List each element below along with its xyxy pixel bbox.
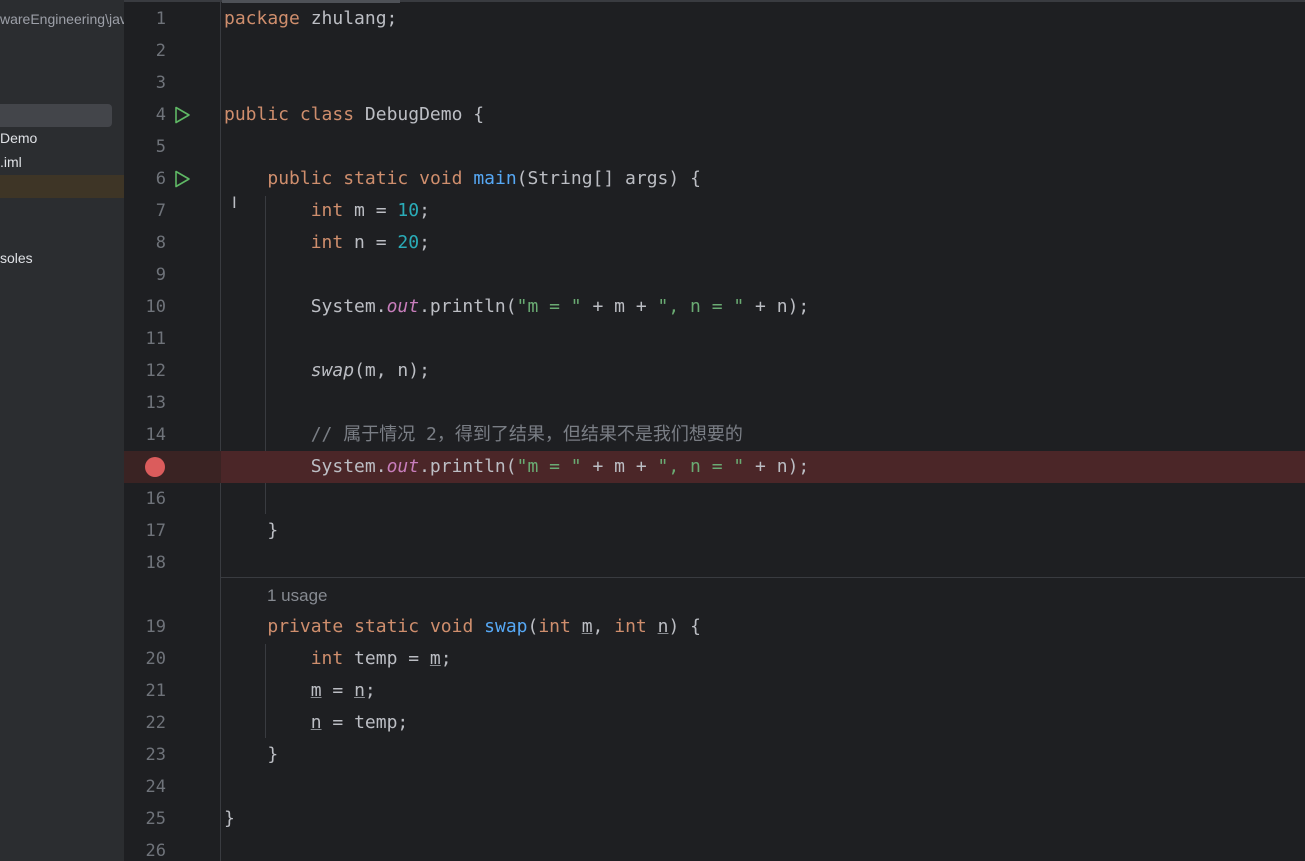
- method-separator: [221, 577, 1305, 578]
- code-line[interactable]: 26: [124, 835, 1305, 861]
- code-line[interactable]: 1 package zhulang;: [124, 3, 1305, 35]
- code-line[interactable]: 14 // 属于情况 2，得到了结果，但结果不是我们想要的: [124, 419, 1305, 451]
- code-line[interactable]: 19 private static void swap(int m, int n…: [124, 611, 1305, 643]
- run-class-icon[interactable]: [173, 106, 191, 124]
- code-line[interactable]: 13: [124, 387, 1305, 419]
- line-number: 14: [145, 425, 166, 445]
- code-line[interactable]: 8 int n = 20;: [124, 227, 1305, 259]
- project-sidebar: wareEngineering\jav Demo .iml soles: [0, 0, 124, 861]
- code-line[interactable]: 7 int m = 10;: [124, 195, 1305, 227]
- line-number: 20: [145, 649, 166, 669]
- code-line[interactable]: 10 System.out.println("m = " + m + ", n …: [124, 291, 1305, 323]
- code-line[interactable]: 16: [124, 483, 1305, 515]
- line-number: 24: [145, 777, 166, 797]
- sidebar-item-iml[interactable]: .iml: [0, 154, 22, 170]
- breakpoint-icon[interactable]: [145, 457, 165, 477]
- sidebar-selected-row[interactable]: [0, 104, 112, 127]
- project-path: wareEngineering\jav: [0, 11, 124, 27]
- code-line[interactable]: 25 }: [124, 803, 1305, 835]
- line-number: 23: [145, 745, 166, 765]
- line-number: 17: [145, 521, 166, 541]
- line-number: 19: [145, 617, 166, 637]
- code-editor[interactable]: 1 package zhulang; 2 3 4 public class De…: [124, 0, 1305, 861]
- code-line[interactable]: 24: [124, 771, 1305, 803]
- code-line[interactable]: 2: [124, 35, 1305, 67]
- code-line[interactable]: 18: [124, 547, 1305, 579]
- line-number: 21: [145, 681, 166, 701]
- line-number: 5: [155, 137, 166, 157]
- code-line[interactable]: 20 int temp = m;: [124, 643, 1305, 675]
- code-line[interactable]: 23 }: [124, 739, 1305, 771]
- code-line[interactable]: 6 public static void main(String[] args)…: [124, 163, 1305, 195]
- line-number: 6: [155, 169, 166, 189]
- code-line[interactable]: 9: [124, 259, 1305, 291]
- code-line[interactable]: 12 swap(m, n);: [124, 355, 1305, 387]
- line-number: 2: [155, 41, 166, 61]
- line-number: 25: [145, 809, 166, 829]
- code-line[interactable]: 5: [124, 131, 1305, 163]
- line-number: 1: [155, 9, 166, 29]
- line-number: 4: [155, 105, 166, 125]
- line-number: 22: [145, 713, 166, 733]
- line-number: 13: [145, 393, 166, 413]
- run-main-icon[interactable]: [173, 170, 191, 188]
- text-cursor-icon: I: [232, 193, 237, 212]
- code-line[interactable]: 22 n = temp;: [124, 707, 1305, 739]
- line-number: 8: [155, 233, 166, 253]
- line-number: 9: [155, 265, 166, 285]
- line-number: 3: [155, 73, 166, 93]
- code-line[interactable]: 11: [124, 323, 1305, 355]
- code-line[interactable]: 3: [124, 67, 1305, 99]
- line-number: 7: [155, 201, 166, 221]
- sidebar-item-demo[interactable]: Demo: [0, 130, 37, 146]
- line-number: 26: [145, 841, 166, 861]
- breakpoint-line[interactable]: System.out.println("m = " + m + ", n = "…: [124, 451, 1305, 483]
- code-comment: // 属于情况 2，得到了结果，但结果不是我们想要的: [310, 424, 743, 445]
- code-line[interactable]: 21 m = n;: [124, 675, 1305, 707]
- line-number: 18: [145, 553, 166, 573]
- code-line[interactable]: 17 }: [124, 515, 1305, 547]
- sidebar-item-consoles[interactable]: soles: [0, 250, 33, 266]
- line-number: 16: [145, 489, 166, 509]
- line-number: 12: [145, 361, 166, 381]
- code-line[interactable]: 4 public class DebugDemo {: [124, 99, 1305, 131]
- sidebar-highlight-row[interactable]: [0, 175, 124, 198]
- usage-hint[interactable]: 1 usage: [267, 584, 328, 608]
- line-number: 11: [145, 329, 166, 349]
- line-number: 10: [145, 297, 166, 317]
